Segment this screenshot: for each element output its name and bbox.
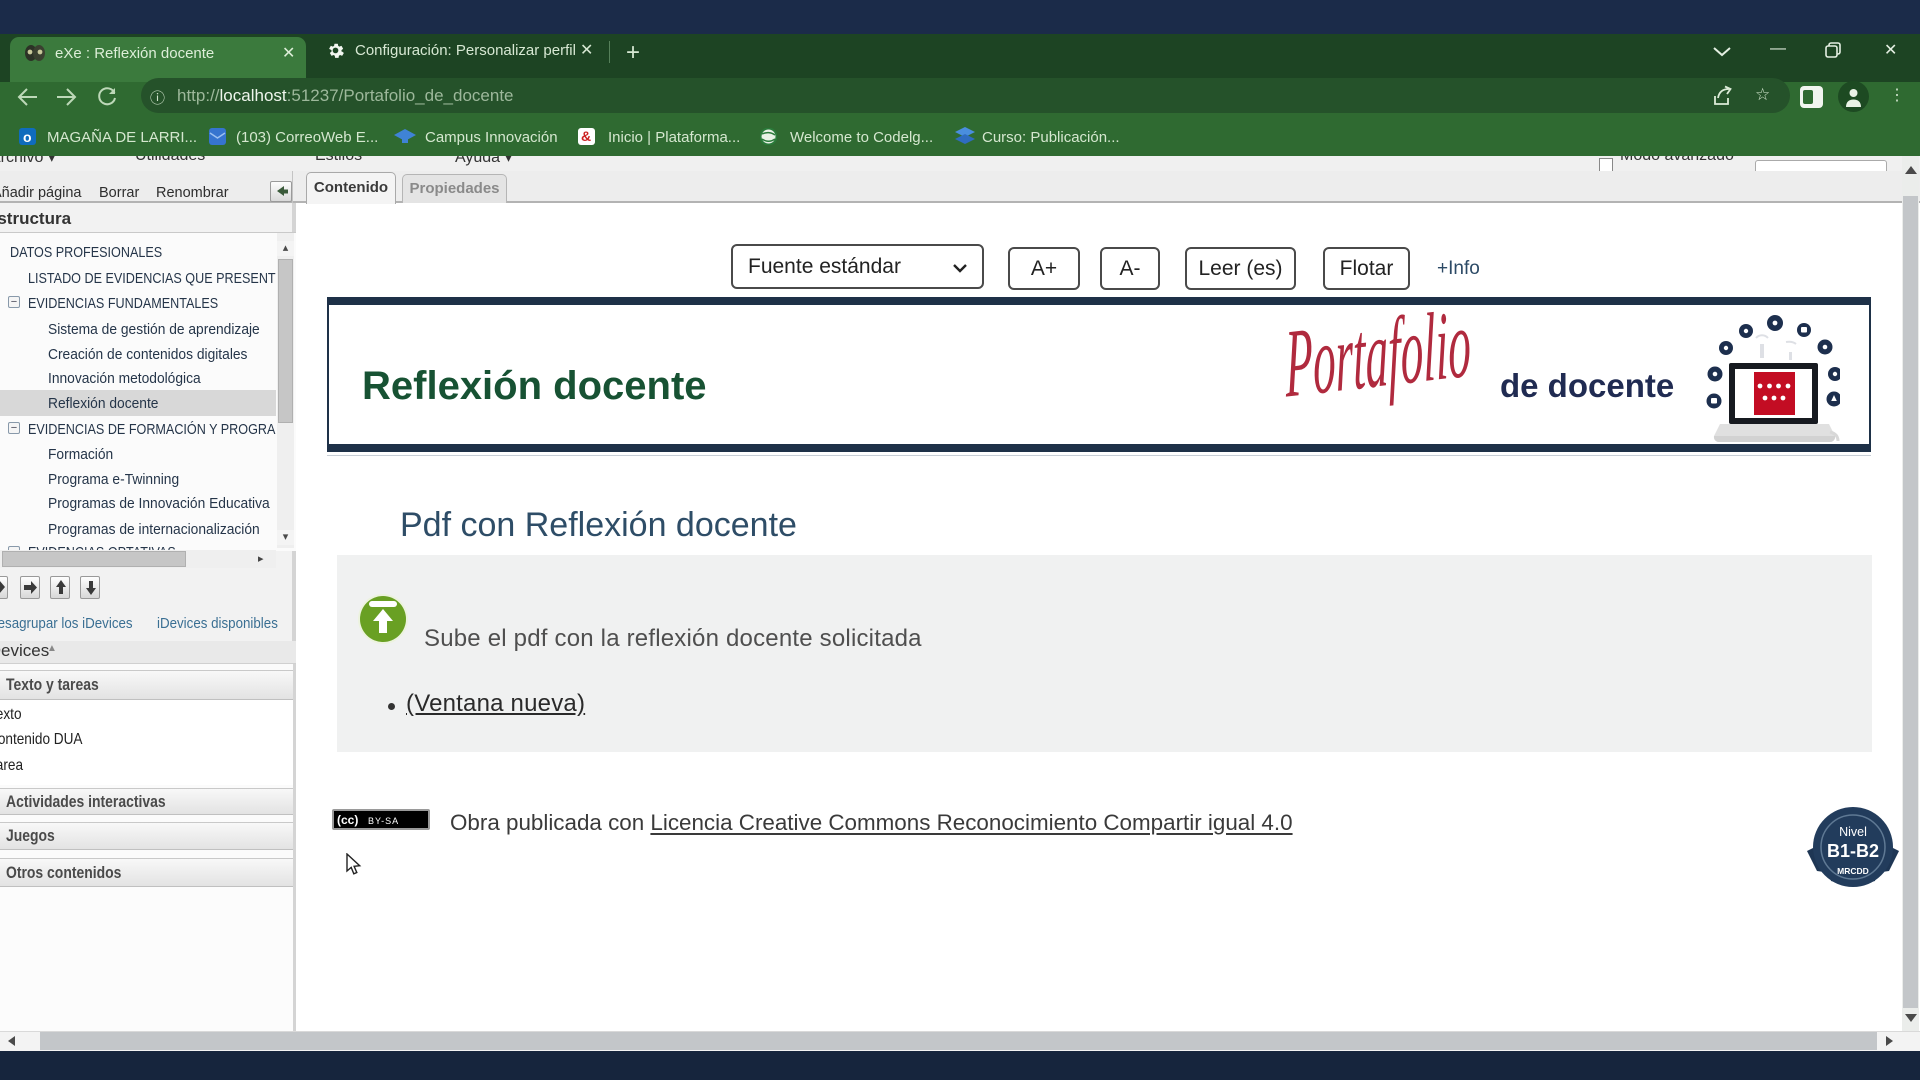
svg-text:B1-B2: B1-B2 bbox=[1827, 841, 1879, 861]
svg-text:Nivel: Nivel bbox=[1839, 825, 1867, 839]
svg-text:MRCDD: MRCDD bbox=[1837, 866, 1869, 876]
